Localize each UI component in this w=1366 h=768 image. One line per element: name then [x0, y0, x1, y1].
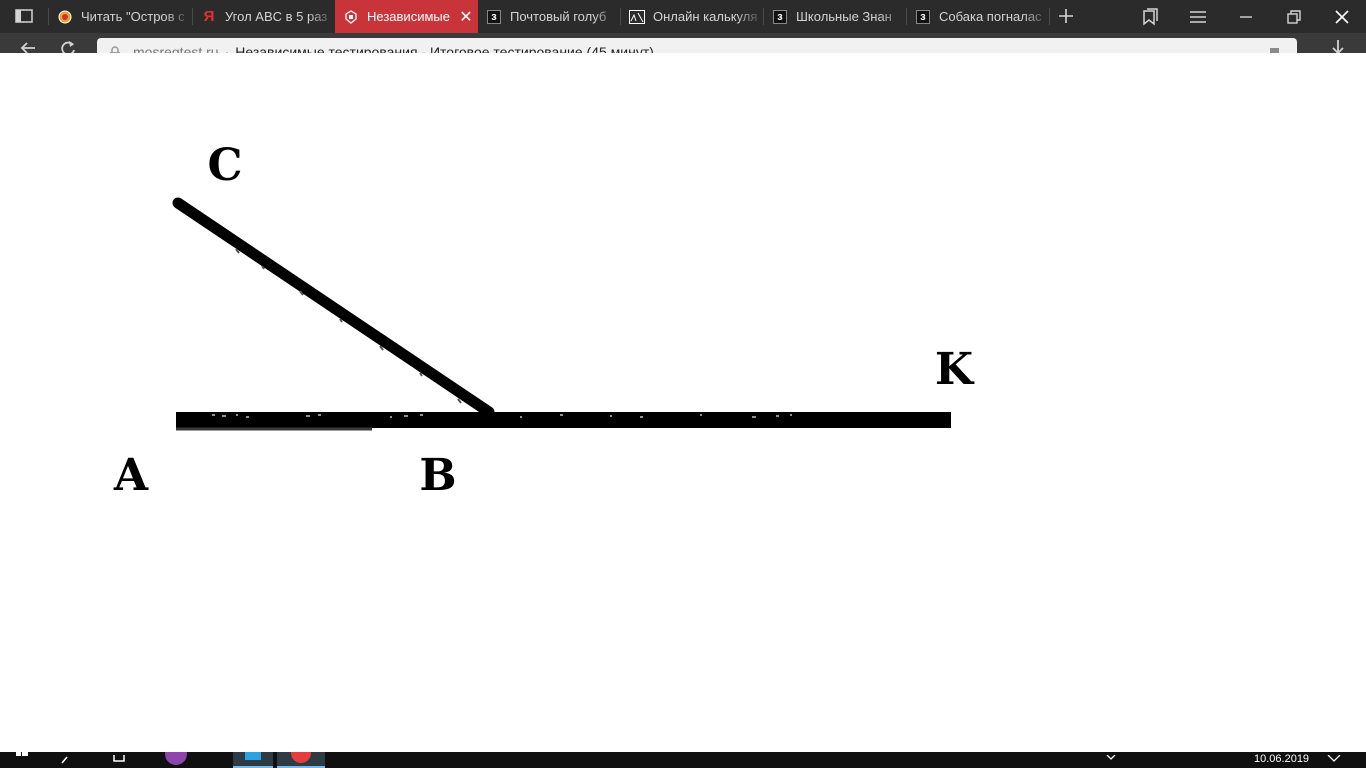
tab-separator — [1049, 8, 1050, 25]
windows-taskbar: 10.06.2019 — [0, 752, 1366, 768]
calculator-icon — [629, 9, 645, 25]
task-view-button[interactable] — [112, 752, 128, 768]
chevron-up-icon — [1106, 754, 1116, 760]
tab-dog-chased[interactable]: з Собака погналас — [907, 0, 1050, 33]
sidebar-icon — [15, 9, 33, 23]
search-button[interactable] — [60, 752, 76, 768]
back-button[interactable] — [16, 39, 40, 53]
tab-carrier-pigeon[interactable]: з Почтовый голуб — [478, 0, 621, 33]
reload-button[interactable] — [56, 39, 80, 53]
tab-title: Независимые — [367, 9, 450, 24]
taskbar-app-files[interactable] — [233, 752, 273, 768]
address-page-title: Независимые тестирования - Итоговое тест… — [235, 44, 654, 53]
start-button[interactable] — [14, 752, 34, 768]
yandex-browser-icon — [277, 752, 325, 768]
tab-title: Школьные Знан — [796, 9, 892, 24]
plus-icon — [1059, 9, 1073, 23]
folder-icon — [233, 752, 273, 768]
page-content: C K A B — [0, 53, 1366, 752]
restore-window-button[interactable] — [1270, 0, 1318, 33]
tab-title: Читать "Остров с — [81, 9, 185, 24]
taskbar-app-browser[interactable] — [277, 752, 325, 768]
tab-angle-abc[interactable]: Я Угол ABC в 5 раз — [193, 0, 336, 33]
browser-menu-button[interactable] — [1174, 0, 1222, 33]
new-tab-button[interactable] — [1052, 3, 1080, 29]
mosreg-crest-icon — [343, 9, 359, 25]
restore-icon — [1287, 9, 1301, 24]
lock-icon — [110, 46, 120, 53]
address-domain: mosregtest.ru — [133, 44, 219, 53]
search-icon — [61, 756, 68, 764]
line-ak — [176, 412, 951, 428]
tab-manager-button[interactable] — [1126, 0, 1174, 33]
notifications-button[interactable] — [1326, 752, 1342, 768]
tab-title: Угол ABC в 5 раз — [225, 9, 328, 24]
tab-school-knowledge[interactable]: з Школьные Знан — [764, 0, 907, 33]
address-bar[interactable]: mosregtest.ru · Независимые тестирования -… — [97, 38, 1297, 53]
close-tab-icon[interactable]: ✕ — [454, 7, 478, 27]
ray-bc — [172, 197, 495, 418]
label-k: K — [935, 344, 975, 395]
tab-title: Онлайн калькуля — [653, 9, 758, 24]
taskbar-date[interactable]: 10.06.2019 — [1254, 752, 1309, 766]
minimize-window-button[interactable] — [1222, 0, 1270, 33]
znanija-icon: з — [772, 9, 788, 25]
address-separator: · — [224, 44, 230, 53]
znanija-icon: з — [915, 9, 931, 25]
browser-navigation-bar: mosregtest.ru · Независимые тестирования -… — [0, 33, 1366, 53]
tab-title: Почтовый голуб — [510, 9, 607, 24]
reload-icon — [61, 41, 75, 53]
app-icon — [165, 752, 187, 765]
arrow-left-icon — [20, 42, 35, 53]
close-icon — [1335, 9, 1349, 24]
tray-chevron-button[interactable] — [1104, 752, 1118, 768]
label-b: B — [419, 450, 456, 501]
close-window-button[interactable] — [1318, 0, 1366, 33]
bookmark-collection-icon — [1143, 7, 1158, 26]
book-favicon-icon — [57, 9, 73, 25]
hamburger-menu-icon — [1190, 10, 1206, 23]
tab-online-calculator[interactable]: Онлайн калькуля — [621, 0, 764, 33]
sidebar-toggle-button[interactable] — [8, 4, 40, 28]
task-view-icon — [113, 755, 125, 762]
download-arrow-icon — [1332, 40, 1344, 53]
taskbar-app-purple[interactable] — [164, 752, 188, 768]
downloads-button[interactable] — [1326, 39, 1350, 53]
yandex-icon: Я — [203, 8, 215, 25]
znanija-icon: з — [486, 9, 502, 25]
label-a: A — [113, 450, 149, 501]
tab-independent-tests[interactable]: Независимые ✕ — [335, 0, 478, 33]
minimize-icon — [1240, 15, 1252, 18]
windows-logo-icon — [16, 752, 28, 756]
browser-tab-strip: Читать "Остров с Я Угол ABC в 5 раз Неза… — [0, 0, 1366, 33]
ray-texture — [235, 248, 462, 404]
notification-icon — [1327, 754, 1341, 762]
angle-figure: C K A B — [113, 140, 975, 501]
label-c: C — [207, 140, 242, 191]
tab-title: Собака погналас — [939, 9, 1042, 24]
tab-read-island[interactable]: Читать "Остров с — [49, 0, 192, 33]
